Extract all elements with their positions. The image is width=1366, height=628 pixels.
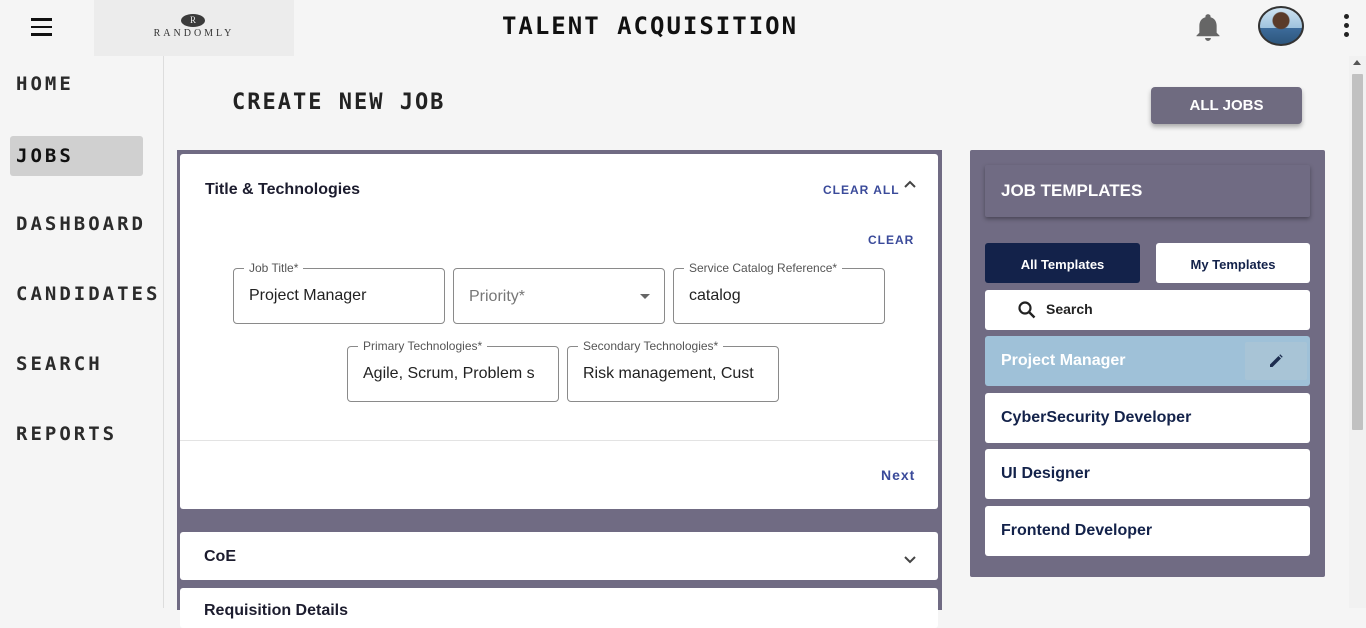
primary-technologies-label: Primary Technologies*: [358, 339, 488, 353]
priority-select[interactable]: Priority*: [453, 268, 665, 324]
sidebar-item-search[interactable]: SEARCH: [10, 344, 143, 384]
logo-mark: R: [181, 14, 205, 27]
secondary-technologies-field[interactable]: Secondary Technologies* Risk management,…: [567, 339, 779, 402]
pencil-icon: [1270, 354, 1283, 367]
template-search-input[interactable]: Search: [985, 290, 1310, 330]
template-item[interactable]: UI Designer: [985, 449, 1310, 499]
all-jobs-button[interactable]: ALL JOBS: [1151, 87, 1302, 124]
edit-template-button[interactable]: [1245, 342, 1307, 380]
dropdown-arrow-icon: [640, 294, 650, 299]
service-catalog-label: Service Catalog Reference*: [684, 261, 843, 275]
page-title: CREATE NEW JOB: [232, 90, 446, 115]
primary-technologies-field[interactable]: Primary Technologies* Agile, Scrum, Prob…: [347, 339, 559, 402]
sidebar-item-reports[interactable]: REPORTS: [10, 414, 143, 454]
search-icon: [1017, 300, 1037, 320]
user-avatar[interactable]: [1258, 6, 1304, 46]
requisition-details-section[interactable]: Requisition Details: [180, 588, 938, 628]
section-title: Title & Technologies: [205, 181, 360, 198]
section-title: CoE: [204, 548, 236, 565]
template-item[interactable]: CyberSecurity Developer: [985, 393, 1310, 443]
sidebar-item-home[interactable]: HOME: [10, 64, 143, 104]
chevron-down-icon[interactable]: [904, 552, 916, 564]
scroll-up-icon[interactable]: [1353, 60, 1361, 65]
secondary-technologies-value: Risk management, Cust: [583, 365, 754, 382]
template-name: Project Manager: [1001, 352, 1126, 369]
clear-button[interactable]: CLEAR: [868, 233, 914, 247]
templates-title: JOB TEMPLATES: [1001, 181, 1143, 200]
logo[interactable]: R RANDOMLY: [94, 0, 294, 56]
tab-my-templates[interactable]: My Templates: [1156, 243, 1310, 283]
title-technologies-section: Title & Technologies CLEAR ALL CLEAR Job…: [180, 154, 938, 509]
template-name: Frontend Developer: [1001, 522, 1153, 539]
sidebar-item-jobs[interactable]: JOBS: [10, 136, 143, 176]
service-catalog-field[interactable]: Service Catalog Reference* catalog: [673, 261, 885, 324]
priority-placeholder: Priority*: [469, 288, 526, 305]
tab-all-templates[interactable]: All Templates: [985, 243, 1140, 283]
scroll-thumb[interactable]: [1352, 74, 1363, 430]
templates-header: JOB TEMPLATES: [985, 165, 1310, 217]
primary-technologies-value: Agile, Scrum, Problem s: [363, 365, 535, 382]
job-title-field[interactable]: Job Title* Project Manager: [233, 261, 445, 324]
app-title: TALENT ACQUISITION: [501, 12, 799, 40]
chevron-up-icon[interactable]: [904, 178, 916, 190]
more-options-icon[interactable]: [1340, 14, 1352, 40]
search-placeholder: Search: [1046, 301, 1093, 317]
clear-all-button[interactable]: CLEAR ALL: [823, 183, 900, 197]
job-title-label: Job Title*: [244, 261, 304, 275]
next-button[interactable]: Next: [881, 467, 915, 483]
menu-icon[interactable]: [28, 18, 56, 40]
template-name: UI Designer: [1001, 465, 1090, 482]
template-item[interactable]: Frontend Developer: [985, 506, 1310, 556]
divider: [180, 440, 938, 441]
job-form-panel: Title & Technologies CLEAR ALL CLEAR Job…: [177, 150, 942, 628]
coe-section[interactable]: CoE: [180, 532, 938, 580]
template-name: CyberSecurity Developer: [1001, 409, 1192, 426]
secondary-technologies-label: Secondary Technologies*: [578, 339, 724, 353]
service-catalog-value: catalog: [689, 287, 741, 304]
section-title: Requisition Details: [204, 602, 349, 619]
sidebar-item-candidates[interactable]: CANDIDATES: [10, 274, 157, 314]
sidebar-item-dashboard[interactable]: DASHBOARD: [10, 204, 143, 244]
notification-bell-icon[interactable]: [1194, 12, 1222, 42]
job-templates-panel: JOB TEMPLATES All Templates My Templates…: [970, 150, 1325, 577]
template-item[interactable]: Project Manager: [985, 336, 1310, 386]
logo-text: RANDOMLY: [153, 28, 235, 39]
page-scrollbar[interactable]: [1349, 56, 1366, 608]
sidebar: HOME JOBS DASHBOARD CANDIDATES SEARCH RE…: [0, 56, 164, 608]
job-title-value: Project Manager: [249, 287, 367, 304]
top-bar: R RANDOMLY TALENT ACQUISITION: [0, 0, 1366, 56]
